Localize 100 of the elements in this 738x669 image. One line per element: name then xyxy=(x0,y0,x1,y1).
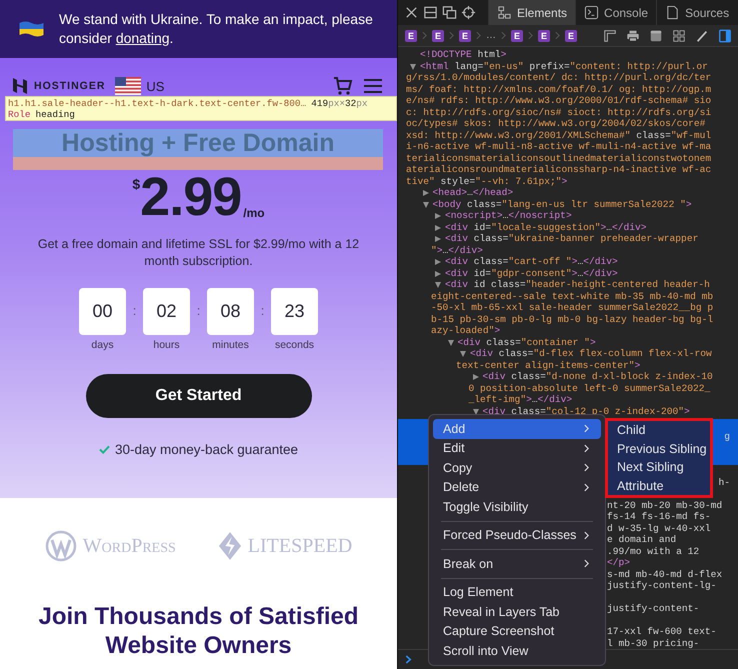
code-fragment: 17-xxl fw-600 text- xyxy=(607,626,716,637)
code-fragment: .99/mo with a 12 xyxy=(607,546,700,556)
collapse-triangle-icon[interactable] xyxy=(434,281,442,289)
logo-icon[interactable] xyxy=(12,77,28,95)
element-badge[interactable]: E xyxy=(538,30,550,42)
dom-node[interactable]: <div id="gdpr-consent">…</div> xyxy=(431,268,714,279)
countdown-label: days xyxy=(91,339,114,351)
menu-item[interactable]: Break on xyxy=(433,554,601,574)
ruler-icon[interactable] xyxy=(603,28,617,42)
dom-node[interactable]: <html lang="en-us" prefix="content: http://purl.org/rss/1.0/modules/content/ dc: http://purl.org/dc/terms/ foaf: http://xmlns.com/foaf/0.1/ og: http://ogp.me/ns# rdfs: http://www.w3.org/2000/01/rdf-schema# sioc: http://rdfs.org/sioc/ns# sioct: http://rdfs.org/sioc/types# skos: http://www.w3.org/2004/02/skos/core# xsd: http://www.w3.org/2001/XMLSchema#" class="wf-muli-n6-active wf-muli-n8-active wf-muli-n4-active wf-materialiconsmaterialiconsoutlinedmaterialiconstwotonematerialiconsroundmaterialiconssharp-n4-inactive wf-active" style="--vh: 7.61px;"> xyxy=(406,60,714,187)
chevron-icon xyxy=(528,31,533,40)
donate-link[interactable]: donating xyxy=(116,30,170,46)
menu-item[interactable]: Reveal in Layers Tab xyxy=(433,602,601,622)
menu-item[interactable]: Edit xyxy=(433,438,601,458)
expand-triangle-icon[interactable] xyxy=(434,224,442,232)
offer-description: Get a free domain and lifetime SSL for $2.99/mo with a 12 month subscription. xyxy=(36,236,360,270)
collapse-triangle-icon[interactable] xyxy=(472,408,480,416)
expand-triangle-icon[interactable] xyxy=(434,258,442,266)
price-currency: $ xyxy=(132,176,140,192)
code-fragment: e domain and xyxy=(607,534,676,545)
menu-item[interactable]: Forced Pseudo-Classes xyxy=(433,526,601,545)
countdown-value: 08 xyxy=(207,288,254,335)
menu-item[interactable]: Scroll into View xyxy=(433,641,601,660)
console-prompt-icon[interactable] xyxy=(405,655,412,664)
pencil-icon[interactable] xyxy=(695,28,709,42)
devtools-tab[interactable]: Elements xyxy=(488,0,576,25)
price-amount: 2.99 xyxy=(140,172,242,222)
element-badge[interactable]: E xyxy=(459,30,471,42)
element-badge[interactable]: E xyxy=(511,30,523,42)
menu-item[interactable]: Toggle Visibility xyxy=(433,497,601,516)
countdown-label: hours xyxy=(153,339,180,351)
us-flag-icon[interactable] xyxy=(115,77,142,95)
code-fragment: justify-content-lg- xyxy=(607,580,716,591)
dom-node[interactable]: <noscript>…</noscript> xyxy=(431,210,714,222)
chevron-icon xyxy=(476,31,481,40)
menu-item[interactable]: Log Element xyxy=(433,582,601,602)
dom-node[interactable]: <div id class="header-height-centered header-height-centered--sale text-white mb-35 mb-40-md mb-50-xl mb-65-xxl sale-header summerSale2022__bg pb-15 pb-30-sm pb-0-lg mb-0 bg-lazy header-bg bg-lazy-loaded"> xyxy=(431,279,714,336)
expand-triangle-icon[interactable] xyxy=(434,212,442,220)
window-icon[interactable] xyxy=(649,28,663,42)
element-badge[interactable]: E xyxy=(565,30,577,42)
code-fragment: d w-35-lg w-40-xxl xyxy=(607,522,711,534)
menu-item[interactable]: Delete xyxy=(433,478,601,497)
partner-name: LITESPEED xyxy=(248,534,352,558)
expand-triangle-icon[interactable] xyxy=(434,235,442,243)
code-fragment: s-md mb-40-md d-flex xyxy=(607,568,722,580)
countdown-value: 23 xyxy=(271,288,318,335)
element-badge[interactable]: E xyxy=(432,30,444,42)
collapse-triangle-icon[interactable] xyxy=(459,350,467,358)
menu-item[interactable]: Previous Sibling xyxy=(608,440,710,458)
menu-item[interactable]: Attribute xyxy=(608,476,710,495)
grid-icon[interactable] xyxy=(672,28,686,42)
menu-item[interactable]: Child xyxy=(608,421,710,440)
document-icon xyxy=(665,5,680,20)
menu-icon[interactable] xyxy=(363,76,383,96)
wordpress-logo-icon xyxy=(44,530,77,562)
breadcrumb-ellipsis[interactable]: … xyxy=(486,30,496,41)
close-icon[interactable] xyxy=(404,5,419,20)
ukraine-flag-icon xyxy=(18,20,45,38)
expand-triangle-icon[interactable] xyxy=(434,270,442,278)
menu-item[interactable]: Capture Screenshot xyxy=(433,622,601,641)
chevron-icon xyxy=(422,31,427,40)
dom-node[interactable]: <!DOCTYPE html> xyxy=(406,49,714,60)
menu-item[interactable]: Copy xyxy=(433,458,601,478)
sidebar-icon[interactable] xyxy=(718,28,732,42)
expand-triangle-icon[interactable] xyxy=(422,189,430,197)
dom-node[interactable]: <div id="locale-suggestion">…</div> xyxy=(431,222,714,233)
dom-node[interactable]: <div class="cart-off ">…</div> xyxy=(431,256,714,268)
collapse-triangle-icon[interactable] xyxy=(409,62,417,70)
dom-node[interactable]: <div class="ukraine-banner preheader-wrapper ">…</div> xyxy=(431,233,714,256)
dock-icon[interactable] xyxy=(423,5,438,20)
price-period: /mo xyxy=(243,206,265,220)
expand-triangle-icon[interactable] xyxy=(472,373,480,381)
code-fragment: nt-20 mb-20 mb-30-md xyxy=(607,500,722,510)
brand-name[interactable]: HOSTINGER xyxy=(34,80,106,92)
collapse-triangle-icon[interactable] xyxy=(446,338,454,346)
check-icon xyxy=(98,445,110,454)
menu-item[interactable]: Next Sibling xyxy=(608,458,710,476)
collapse-triangle-icon[interactable] xyxy=(422,200,430,208)
element-badge[interactable]: E xyxy=(405,30,417,42)
windows-icon[interactable] xyxy=(442,5,457,20)
element-size: 419px×32px xyxy=(311,98,368,109)
role-value: heading xyxy=(36,109,75,120)
countdown-value: 00 xyxy=(79,288,126,335)
cart-icon[interactable] xyxy=(333,76,353,96)
dom-node[interactable]: <head>…</head> xyxy=(418,187,714,198)
banner-text: We stand with Ukraine. To make an impact, please consider donating. xyxy=(59,10,374,48)
chevron-icon xyxy=(501,31,506,40)
dom-node[interactable]: <div class="container "> xyxy=(444,336,714,348)
crosshair-icon[interactable] xyxy=(461,5,476,20)
dom-node[interactable]: <div class="d-none d-xl-block z-index-100 position-absolute left-0 summerSale2022__left-img">…</div> xyxy=(468,371,714,406)
code-fragment: justify-content- xyxy=(607,603,700,614)
menu-item[interactable]: Add xyxy=(433,419,601,438)
console-icon xyxy=(584,5,600,20)
guarantee-text: 30-day money-back guarantee xyxy=(114,442,298,457)
get-started-button[interactable]: Get Started xyxy=(86,374,312,418)
dom-node[interactable]: <div class="d-flex flex-column flex-xl-row text-center align-items-center"> xyxy=(456,348,714,371)
region-label[interactable]: US xyxy=(146,78,164,94)
printer-icon[interactable] xyxy=(626,28,640,42)
hero-title: Hosting + Free Domain xyxy=(62,129,334,157)
dom-node[interactable]: <body class="lang-en-us ltr summerSale2022 "> xyxy=(418,198,714,210)
